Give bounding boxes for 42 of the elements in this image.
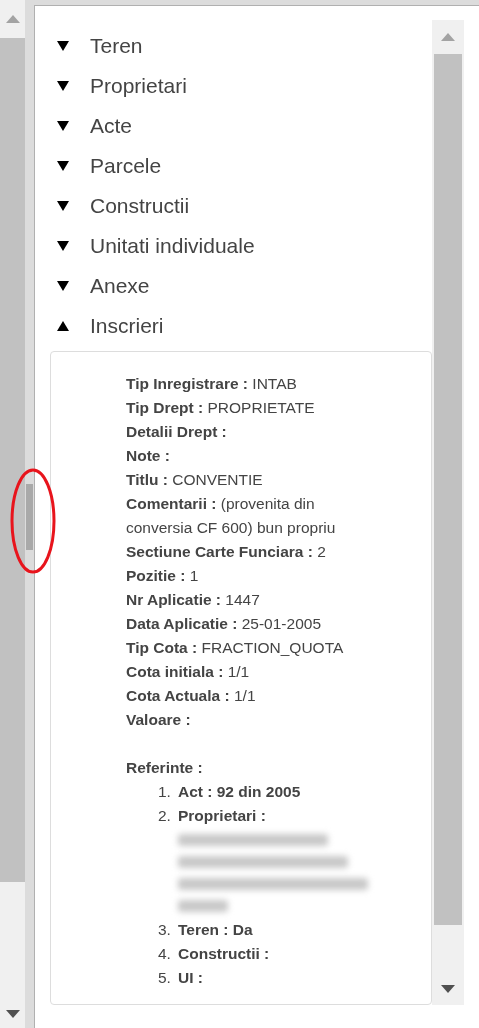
reference-text: Teren : Da — [178, 920, 253, 940]
scrollbar[interactable] — [0, 0, 25, 1028]
field-text: Titlu : CONVENTIE — [126, 470, 264, 490]
field-text: Comentarii : (provenita din conversia CF 600) bun propriu — [126, 494, 337, 538]
scroll-down-icon[interactable] — [441, 985, 455, 993]
scrollbar-thumb[interactable] — [0, 38, 25, 882]
field-text: Nr Aplicatie : 1447 — [126, 590, 261, 610]
scrollbar[interactable] — [432, 20, 464, 1005]
section-header[interactable]: Acte — [50, 106, 432, 146]
scroll-down-icon[interactable] — [5, 1010, 20, 1018]
list-number: 4. — [158, 944, 172, 964]
field-text: Note : — [126, 446, 171, 466]
list-number: 2. — [158, 806, 172, 826]
field-text: Cota initiala : 1/1 — [126, 662, 251, 682]
field-text: Pozitie : 1 — [126, 566, 200, 586]
section-header[interactable]: Anexe — [50, 266, 432, 306]
reference-text: Proprietari : — [178, 806, 267, 826]
scroll-up-icon[interactable] — [441, 33, 455, 41]
field-text: Tip Cota : FRACTION_QUOTA — [126, 638, 345, 658]
list-number: 1. — [158, 782, 172, 802]
field-text: Tip Drept : PROPRIETATE — [126, 398, 316, 418]
section-header[interactable]: Unitati individuale — [50, 226, 432, 266]
field-text: Detalii Drept : — [126, 422, 228, 442]
section-header[interactable]: Proprietari — [50, 66, 432, 106]
section-header[interactable]: Teren — [50, 26, 432, 66]
field-text: Tip Inregistrare : INTAB — [126, 374, 298, 394]
field-text: Valoare : — [126, 710, 192, 730]
field-text: Sectiune Carte Funciara : 2 — [126, 542, 327, 562]
scroll-up-icon[interactable] — [5, 15, 20, 23]
field-text: Cota Actuala : 1/1 — [126, 686, 257, 706]
list-number: 5. — [158, 968, 172, 988]
section-header[interactable]: Inscrieri — [50, 306, 432, 346]
reference-text: UI : — [178, 968, 203, 988]
splitter-handle[interactable] — [26, 484, 33, 550]
section-header[interactable]: Parcele — [50, 146, 432, 186]
list-number: 3. — [158, 920, 172, 940]
section-header[interactable]: Constructii — [50, 186, 432, 226]
references-label: Referinte : — [126, 758, 204, 778]
field-text: Data Aplicatie : 25-01-2005 — [126, 614, 322, 634]
reference-text: Act : 92 din 2005 — [178, 782, 301, 802]
reference-text: Constructii : — [178, 944, 270, 964]
scrollbar-thumb[interactable] — [434, 54, 462, 925]
